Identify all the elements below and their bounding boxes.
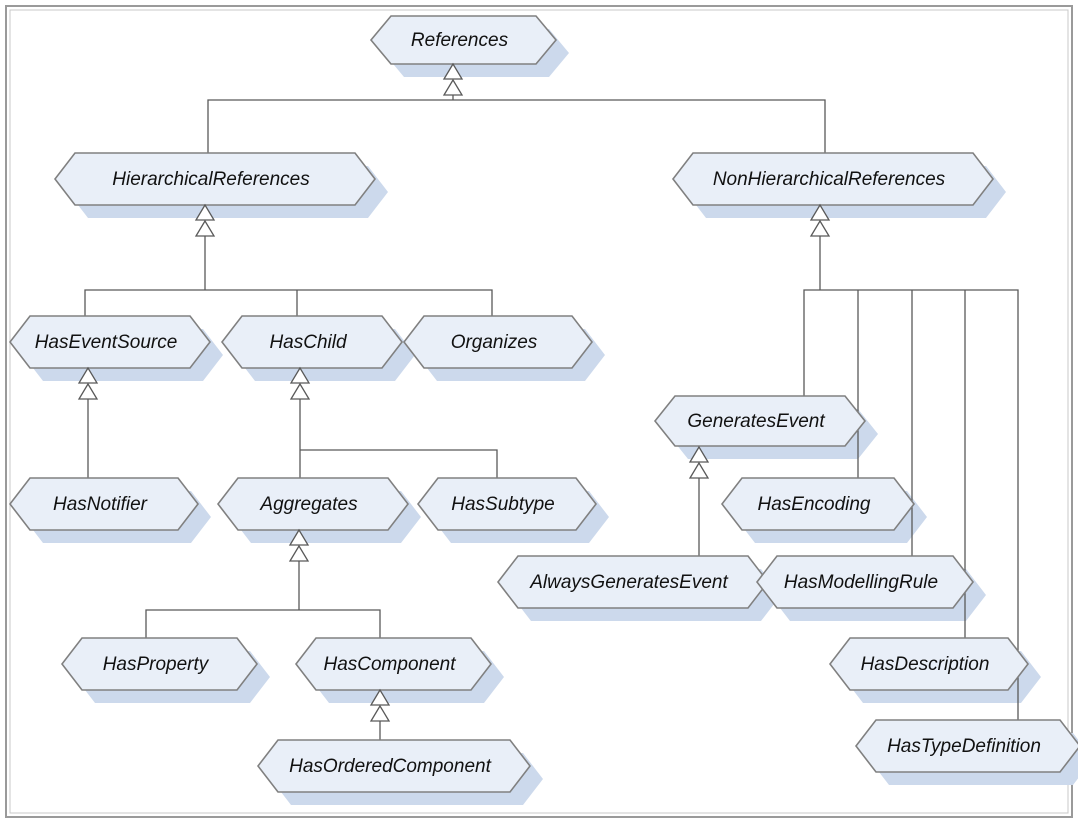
node-hasproperty[interactable]: HasProperty — [60, 637, 259, 691]
node-label: HasEncoding — [757, 494, 870, 515]
node-label: HasEventSource — [35, 332, 178, 353]
node-hasmodellingrule[interactable]: HasModellingRule — [755, 555, 975, 609]
node-organizes[interactable]: Organizes — [402, 315, 594, 369]
node-label: NonHierarchicalReferences — [713, 169, 946, 190]
node-label: GeneratesEvent — [687, 411, 825, 432]
node-hastypedefinition[interactable]: HasTypeDefinition — [854, 719, 1078, 773]
node-label: HasSubtype — [451, 494, 555, 515]
node-hasnotifier[interactable]: HasNotifier — [8, 477, 200, 531]
node-haseventsource[interactable]: HasEventSource — [8, 315, 212, 369]
node-label: HasNotifier — [53, 494, 148, 515]
node-hasencoding[interactable]: HasEncoding — [720, 477, 916, 531]
reference-hierarchy-diagram: References HierarchicalReferences NonHiera… — [0, 0, 1078, 823]
node-references[interactable]: References — [369, 15, 558, 65]
node-label: HasChild — [269, 332, 348, 353]
node-hasorderedcomponent[interactable]: HasOrderedComponent — [256, 739, 532, 793]
node-label: HasProperty — [103, 654, 210, 675]
diagram-canvas: References HierarchicalReferences NonHiera… — [0, 0, 1078, 823]
node-label: HasModellingRule — [784, 572, 938, 593]
node-label: AlwaysGeneratesEvent — [529, 572, 728, 593]
node-label: Aggregates — [259, 494, 358, 515]
node-generatesevent[interactable]: GeneratesEvent — [653, 395, 867, 447]
node-hascomponent[interactable]: HasComponent — [294, 637, 493, 691]
node-label: HierarchicalReferences — [112, 169, 310, 190]
node-hierarchicalreferences[interactable]: HierarchicalReferences — [53, 152, 377, 206]
node-label: HasOrderedComponent — [289, 756, 491, 777]
node-alwaysgeneratesevent[interactable]: AlwaysGeneratesEvent — [496, 555, 770, 609]
node-label: HasTypeDefinition — [887, 736, 1041, 757]
node-label: Organizes — [451, 332, 538, 353]
node-nonhierarchicalreferences[interactable]: NonHierarchicalReferences — [671, 152, 995, 206]
node-label: HasDescription — [861, 654, 990, 675]
node-label: References — [411, 30, 509, 51]
node-hassubtype[interactable]: HasSubtype — [416, 477, 598, 531]
node-aggregates[interactable]: Aggregates — [216, 477, 410, 531]
node-hasdescription[interactable]: HasDescription — [828, 637, 1030, 691]
node-haschild[interactable]: HasChild — [220, 315, 404, 369]
node-label: HasComponent — [323, 654, 456, 675]
